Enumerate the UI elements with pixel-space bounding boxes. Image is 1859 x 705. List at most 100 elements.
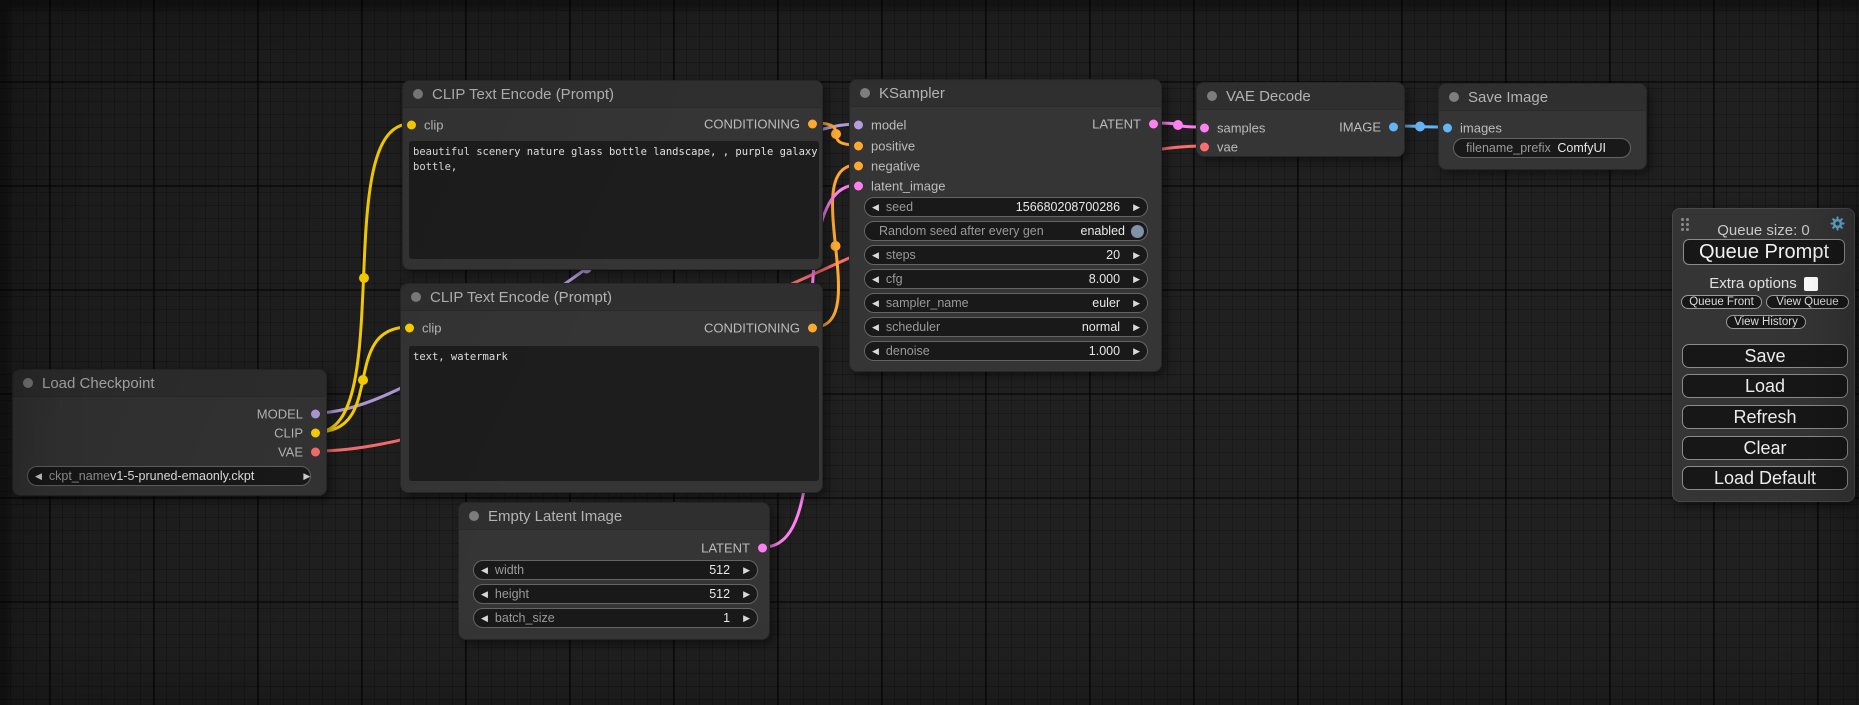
queue-prompt-button[interactable]: Queue Prompt (1683, 239, 1845, 265)
toggle-icon[interactable] (1131, 225, 1144, 238)
widget-value: enabled (1081, 224, 1126, 238)
output-label-model: MODEL (257, 407, 303, 422)
view-queue-button[interactable]: View Queue (1766, 295, 1849, 309)
input-slot-images[interactable] (1443, 124, 1452, 133)
output-slot-vae[interactable] (311, 448, 320, 457)
decrement-arrow-icon[interactable]: ◀ (865, 341, 886, 361)
widget-scheduler[interactable]: ◀ scheduler normal ▶ (864, 317, 1148, 337)
drag-handle[interactable] (1681, 218, 1684, 221)
prompt-textarea[interactable]: beautiful scenery nature glass bottle la… (409, 141, 819, 259)
widget-height[interactable]: ◀ height 512 ▶ (473, 584, 758, 604)
widget-cfg[interactable]: ◀ cfg 8.000 ▶ (864, 269, 1148, 289)
widget-denoise[interactable]: ◀ denoise 1.000 ▶ (864, 341, 1148, 361)
increment-arrow-icon[interactable]: ▶ (736, 584, 757, 604)
output-slot-conditioning[interactable] (808, 120, 817, 129)
collapse-dot-icon[interactable] (413, 89, 423, 99)
increment-arrow-icon[interactable]: ▶ (1126, 269, 1147, 289)
widget-label: scheduler (886, 320, 940, 334)
input-slot-model[interactable] (854, 121, 863, 130)
node-clip-text-encode-positive[interactable]: CLIP Text Encode (Prompt) clip CONDITION… (402, 80, 823, 270)
queue-size-label: Queue size: 0 (1673, 222, 1854, 239)
widget-seed[interactable]: ◀ seed 156680208700286 ▶ (864, 197, 1148, 217)
input-slot-vae[interactable] (1200, 143, 1209, 152)
extra-options-label: Extra options (1709, 275, 1797, 292)
clear-button[interactable]: Clear (1682, 436, 1848, 460)
collapse-dot-icon[interactable] (860, 88, 870, 98)
increment-arrow-icon[interactable]: ▶ (1126, 341, 1147, 361)
node-save-image[interactable]: Save Image images filename_prefix ComfyU… (1438, 83, 1647, 170)
decrement-arrow-icon[interactable]: ◀ (865, 269, 886, 289)
node-title: VAE Decode (1226, 88, 1311, 105)
widget-value: v1-5-pruned-emaonly.ckpt (110, 469, 254, 483)
increment-arrow-icon[interactable]: ▶ (736, 560, 757, 580)
input-label-samples: samples (1217, 121, 1265, 136)
gear-icon[interactable] (1829, 215, 1846, 232)
widget-label: sampler_name (886, 296, 969, 310)
input-slot-negative[interactable] (854, 162, 863, 171)
load-default-button[interactable]: Load Default (1682, 466, 1848, 490)
link-midpoint-dot (831, 241, 841, 251)
increment-arrow-icon[interactable]: ▶ (1126, 317, 1147, 337)
extra-options-checkbox[interactable] (1804, 277, 1818, 291)
increment-arrow-icon[interactable]: ▶ (736, 608, 757, 628)
increment-arrow-icon[interactable]: ▶ (1126, 197, 1147, 217)
decrement-arrow-icon[interactable]: ◀ (474, 560, 495, 580)
decrement-arrow-icon[interactable]: ◀ (865, 197, 886, 217)
input-label-negative: negative (871, 159, 920, 174)
prompt-textarea[interactable]: text, watermark (409, 346, 819, 481)
decrement-arrow-icon[interactable]: ◀ (474, 608, 495, 628)
widget-width[interactable]: ◀ width 512 ▶ (473, 560, 758, 580)
output-slot-model[interactable] (311, 410, 320, 419)
input-slot-clip[interactable] (405, 324, 414, 333)
output-slot-conditioning[interactable] (808, 324, 817, 333)
widget-seed-control[interactable]: Random seed after every gen enabled (864, 221, 1148, 241)
output-slot-image[interactable] (1389, 123, 1398, 132)
node-canvas[interactable]: Load Checkpoint MODEL CLIP VAE ◀ ckpt_na… (0, 0, 1859, 705)
collapse-dot-icon[interactable] (411, 292, 421, 302)
node-load-checkpoint[interactable]: Load Checkpoint MODEL CLIP VAE ◀ ckpt_na… (12, 369, 327, 496)
output-slot-latent[interactable] (758, 544, 767, 553)
widget-steps[interactable]: ◀ steps 20 ▶ (864, 245, 1148, 265)
collapse-dot-icon[interactable] (469, 511, 479, 521)
decrement-arrow-icon[interactable]: ◀ (865, 293, 886, 313)
input-label-positive: positive (871, 139, 915, 154)
input-slot-samples[interactable] (1200, 124, 1209, 133)
widget-value: 512 (709, 563, 730, 577)
view-history-button[interactable]: View History (1726, 315, 1806, 329)
node-empty-latent-image[interactable]: Empty Latent Image LATENT ◀ width 512 ▶ … (458, 502, 770, 640)
refresh-button[interactable]: Refresh (1682, 405, 1848, 429)
node-clip-text-encode-negative[interactable]: CLIP Text Encode (Prompt) clip CONDITION… (400, 283, 823, 493)
widget-value: 8.000 (1089, 272, 1120, 286)
decrement-arrow-icon[interactable]: ◀ (474, 584, 495, 604)
decrement-arrow-icon[interactable]: ◀ (28, 466, 49, 486)
collapse-dot-icon[interactable] (23, 378, 33, 388)
increment-arrow-icon[interactable]: ▶ (1126, 245, 1147, 265)
collapse-dot-icon[interactable] (1207, 91, 1217, 101)
widget-label: height (495, 587, 529, 601)
widget-filename-prefix[interactable]: filename_prefix ComfyUI (1453, 138, 1631, 158)
widget-batch-size[interactable]: ◀ batch_size 1 ▶ (473, 608, 758, 628)
input-label-latent-image: latent_image (871, 179, 945, 194)
increment-arrow-icon[interactable]: ▶ (1126, 293, 1147, 313)
output-label-clip: CLIP (274, 426, 303, 441)
save-button[interactable]: Save (1682, 344, 1848, 368)
widget-ckpt-name[interactable]: ◀ ckpt_name v1-5-pruned-emaonly.ckpt ▶ (27, 466, 311, 486)
increment-arrow-icon[interactable]: ▶ (296, 466, 317, 486)
node-ksampler[interactable]: KSampler model positive negative latent_… (849, 79, 1162, 372)
decrement-arrow-icon[interactable]: ◀ (865, 317, 886, 337)
collapse-dot-icon[interactable] (1449, 92, 1459, 102)
widget-label: ckpt_name (49, 469, 110, 483)
decrement-arrow-icon[interactable]: ◀ (865, 245, 886, 265)
queue-front-button[interactable]: Queue Front (1681, 295, 1762, 309)
widget-sampler-name[interactable]: ◀ sampler_name euler ▶ (864, 293, 1148, 313)
output-slot-latent[interactable] (1149, 120, 1158, 129)
node-vae-decode[interactable]: VAE Decode samples vae IMAGE (1196, 82, 1405, 157)
node-title: CLIP Text Encode (Prompt) (432, 86, 614, 103)
widget-value: normal (1082, 320, 1120, 334)
load-button[interactable]: Load (1682, 374, 1848, 398)
input-label-model: model (871, 118, 906, 133)
input-slot-positive[interactable] (854, 142, 863, 151)
input-slot-latent-image[interactable] (854, 182, 863, 191)
input-slot-clip[interactable] (407, 121, 416, 130)
output-slot-clip[interactable] (311, 429, 320, 438)
